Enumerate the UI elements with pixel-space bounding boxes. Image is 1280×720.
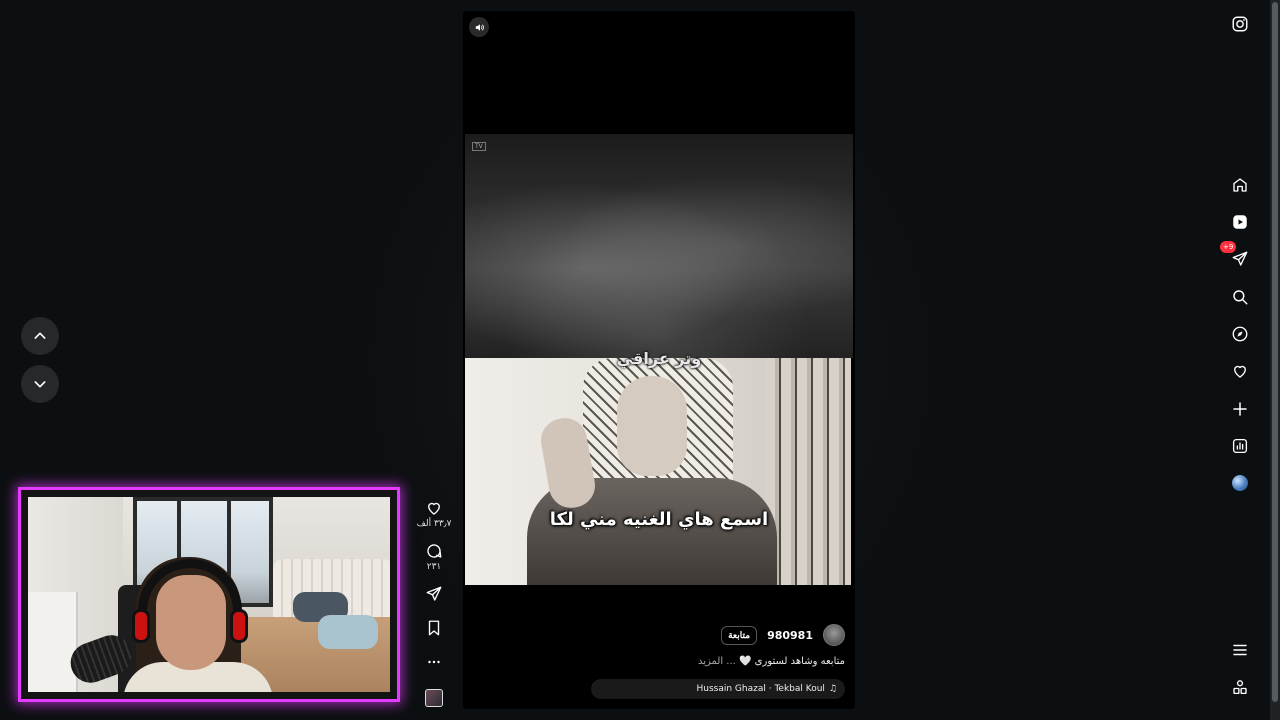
home-icon	[1233, 178, 1247, 192]
more-options-button[interactable]	[414, 653, 454, 671]
instagram-logo-icon	[1232, 16, 1248, 32]
description-text: متابعه وشاهد لستورى	[754, 656, 845, 667]
previous-reel-button[interactable]	[21, 317, 59, 355]
video-frame-bottom	[465, 358, 851, 585]
video-caption-main: اسمع هاي الغنيه مني لكا	[549, 509, 769, 530]
instagram-logo[interactable]	[1226, 10, 1254, 38]
compass-icon	[1232, 326, 1248, 342]
webcam-video	[28, 497, 390, 692]
likes-count: ٣٣٫٧ ألف	[416, 519, 452, 529]
right-sidebar: +9	[1210, 0, 1280, 720]
heart-icon	[428, 502, 440, 515]
original-audio-button[interactable]	[414, 689, 454, 707]
reel-description: متابعه وشاهد لستورى 🤍 ... المزيد	[698, 656, 845, 667]
search-icon	[1233, 290, 1248, 305]
nav-more[interactable]	[1226, 636, 1254, 664]
nav-messages[interactable]: +9	[1220, 241, 1254, 273]
music-note-icon: ♫	[828, 684, 837, 694]
nav-home[interactable]	[1226, 171, 1254, 199]
paper-plane-icon	[1232, 251, 1248, 266]
messages-badge: +9	[1220, 241, 1237, 253]
see-more-link[interactable]: ... المزيد	[698, 656, 736, 667]
share-button[interactable]	[414, 585, 454, 603]
author-avatar[interactable]	[823, 624, 845, 646]
heart-icon	[1234, 365, 1246, 378]
reel-player[interactable]: TV وتر عراقي اسمع هاي الغنيه مني لكا متا…	[463, 11, 855, 709]
nav-dashboard[interactable]	[1226, 432, 1254, 460]
nav-profile[interactable]	[1226, 469, 1254, 497]
video-caption-top: وتر عراقي	[616, 349, 702, 368]
ellipsis-icon	[428, 660, 440, 664]
follow-button[interactable]: متابعة	[721, 625, 758, 645]
hamburger-menu-icon	[1233, 644, 1247, 656]
comment-button[interactable]: ٢٣١	[414, 542, 454, 572]
reels-icon	[1233, 215, 1247, 229]
apps-grid-icon	[1233, 680, 1247, 695]
author-username[interactable]: 980981	[767, 629, 813, 642]
paper-plane-icon	[426, 586, 442, 601]
chevron-up-icon	[34, 332, 46, 339]
nav-explore[interactable]	[1226, 320, 1254, 348]
bookmark-icon	[428, 620, 440, 636]
comment-icon	[427, 544, 442, 558]
plus-icon	[1233, 402, 1247, 416]
audio-track-link[interactable]: Hussain Ghazal · Tekbal Koul ♫	[591, 679, 845, 699]
white-heart-emoji: 🤍	[739, 656, 752, 667]
nav-also-from-meta[interactable]	[1226, 673, 1254, 701]
mute-toggle-button[interactable]	[469, 17, 489, 37]
channel-logo-tag: TV	[472, 142, 486, 151]
page-scrollbar[interactable]	[1270, 0, 1280, 720]
audio-thumbnail	[425, 689, 443, 707]
scrollbar-thumb[interactable]	[1272, 2, 1278, 702]
video-frame-top: TV	[465, 134, 853, 358]
chevron-down-icon	[34, 381, 46, 388]
nav-reels[interactable]	[1226, 208, 1254, 236]
like-button[interactable]: ٣٣٫٧ ألف	[414, 499, 454, 529]
nav-search[interactable]	[1226, 283, 1254, 311]
nav-notifications[interactable]	[1226, 357, 1254, 385]
profile-avatar	[1232, 475, 1248, 491]
comments-count: ٢٣١	[426, 562, 442, 572]
dashboard-icon	[1232, 438, 1248, 454]
next-reel-button[interactable]	[21, 365, 59, 403]
webcam-overlay	[18, 487, 400, 702]
save-button[interactable]	[414, 619, 454, 637]
nav-create[interactable]	[1226, 395, 1254, 423]
audio-title: Hussain Ghazal · Tekbal Koul	[696, 684, 825, 694]
speaker-icon	[475, 23, 484, 31]
author-row: متابعة 980981	[721, 623, 845, 647]
